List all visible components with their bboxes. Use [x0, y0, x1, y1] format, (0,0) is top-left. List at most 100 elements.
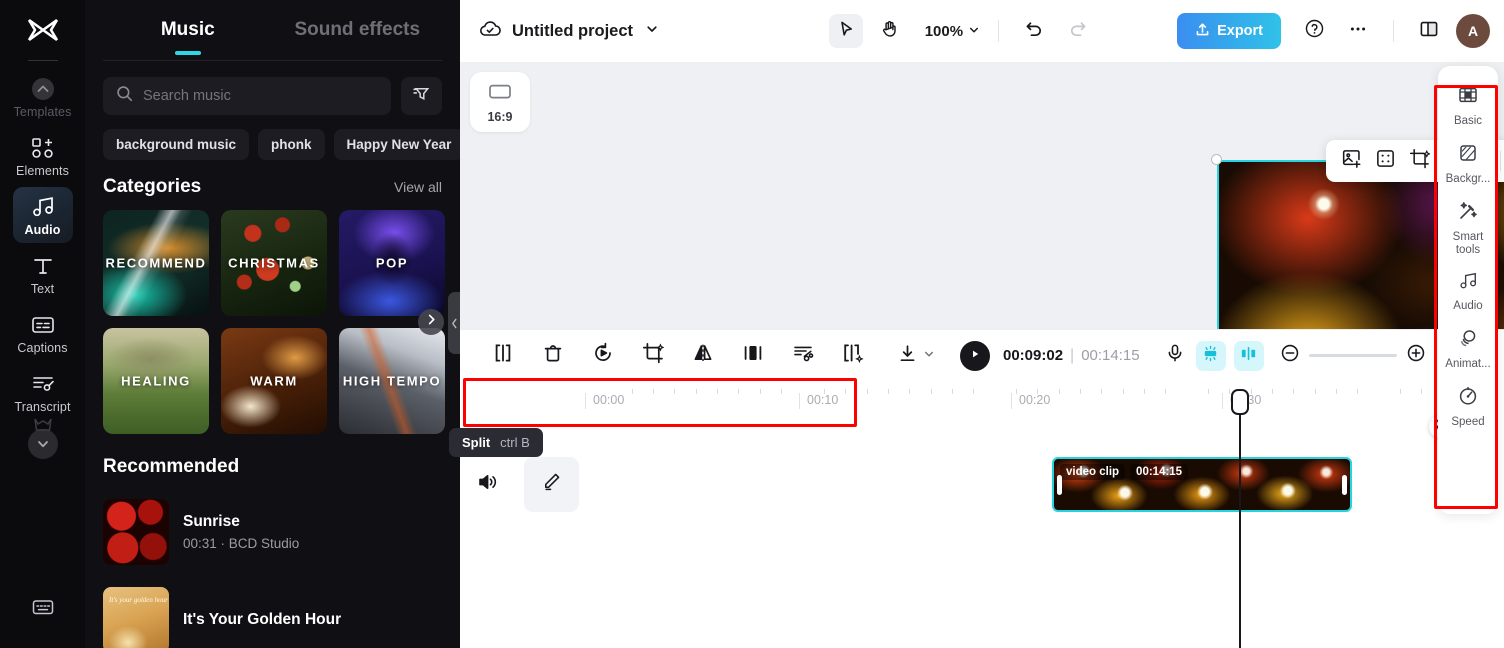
fit-to-frame-button[interactable] — [1370, 146, 1400, 176]
properties-tab-smart-tools[interactable]: Smart tools — [1439, 194, 1497, 263]
export-button[interactable]: Export — [1177, 13, 1281, 49]
zoom-in-icon[interactable] — [1406, 343, 1426, 368]
chevron-right-icon — [425, 313, 438, 331]
split-marker-icon — [1239, 344, 1258, 368]
category-label: POP — [375, 255, 409, 271]
zoom-level-selector[interactable]: 100% — [925, 23, 980, 40]
mirror-button[interactable] — [690, 343, 716, 369]
page-title[interactable]: Untitled project — [512, 22, 633, 41]
split-layout-icon — [1419, 19, 1439, 44]
aspect-ratio-button[interactable]: 16:9 — [470, 72, 530, 132]
cloud-saved-icon[interactable] — [478, 18, 502, 45]
delete-button[interactable] — [540, 343, 566, 369]
timeline[interactable]: 00:00 00:10 00:20 00:30 — [460, 381, 1504, 648]
preview-canvas[interactable]: 16:9 — [460, 62, 1504, 438]
play-button[interactable] — [960, 340, 990, 371]
crop-tool-button[interactable] — [640, 342, 666, 369]
properties-tab-basic[interactable]: Basic — [1439, 78, 1497, 134]
properties-tab-background[interactable]: Backgr... — [1439, 136, 1497, 192]
track-name: Sunrise — [183, 513, 240, 530]
smart-split-button[interactable] — [840, 343, 866, 369]
redo-button[interactable] — [1061, 14, 1095, 48]
sidebar-item-transcript[interactable]: Transcript — [13, 364, 73, 420]
crop-icon — [642, 342, 665, 369]
music-note-icon — [30, 194, 56, 220]
filter-button[interactable] — [401, 77, 442, 115]
chip-happy-new-year[interactable]: Happy New Year — [333, 129, 460, 160]
playhead[interactable] — [1231, 389, 1249, 648]
sidebar-item-label: Transcript — [14, 400, 71, 414]
time-separator: | — [1070, 346, 1075, 364]
split-button[interactable] — [490, 343, 516, 369]
add-image-button[interactable] — [1336, 146, 1366, 176]
clip-trim-left[interactable] — [1057, 474, 1062, 495]
track-edit-button[interactable] — [524, 456, 579, 512]
speaker-icon — [477, 472, 499, 497]
timeline-toolbar: 00:09:02 | 00:14:15 — [460, 329, 1504, 381]
crop-button[interactable] — [1404, 146, 1434, 176]
zoom-slider-track[interactable] — [1308, 354, 1397, 357]
categories-title: Categories — [103, 176, 202, 197]
category-card-warm[interactable]: WARM — [221, 328, 327, 434]
sidebar-item-elements[interactable]: Elements — [13, 128, 73, 184]
properties-tab-speed[interactable]: Speed — [1439, 379, 1497, 435]
properties-tab-animation[interactable]: Animat... — [1439, 321, 1497, 377]
clip-labels: video clip 00:14:15 — [1060, 464, 1189, 480]
search-input[interactable] — [143, 88, 378, 104]
more-options-button[interactable] — [1341, 14, 1375, 48]
ruler-label: 00:10 — [799, 393, 838, 409]
keyboard-shortcuts-button[interactable] — [0, 597, 85, 622]
record-voiceover-button[interactable] — [1162, 343, 1188, 369]
sidebar-item-captions[interactable]: Captions — [13, 305, 73, 361]
timeline-clip[interactable]: video clip 00:14:15 — [1052, 457, 1352, 512]
marker-button[interactable] — [1233, 340, 1264, 371]
tab-music[interactable]: Music — [103, 0, 273, 60]
tab-sound-effects[interactable]: Sound effects — [273, 0, 443, 60]
chevron-down-icon[interactable] — [645, 22, 659, 41]
layout-toggle-button[interactable] — [1412, 14, 1446, 48]
list-item[interactable]: Sunrise 00:31 · BCD Studio — [103, 488, 442, 576]
select-tool-button[interactable] — [828, 14, 863, 48]
sidebar-item-audio[interactable]: Audio — [12, 187, 73, 243]
view-all-link[interactable]: View all — [394, 179, 442, 195]
zoom-out-icon[interactable] — [1280, 343, 1300, 368]
text-t-icon — [31, 253, 55, 279]
current-time: 00:09:02 — [1003, 346, 1064, 364]
recommended-list: Sunrise 00:31 · BCD Studio It's your gol… — [85, 478, 460, 648]
auto-cut-button[interactable] — [790, 343, 816, 369]
magic-wand-icon — [1457, 200, 1479, 227]
properties-tab-label: Animat... — [1445, 358, 1491, 370]
capcut-logo-icon[interactable] — [23, 12, 63, 48]
category-card-high-tempo[interactable]: HIGH TEMPO — [339, 328, 445, 434]
avatar[interactable]: A — [1456, 14, 1490, 48]
freeze-frame-button[interactable] — [740, 343, 766, 369]
timeline-zoom-slider[interactable] — [1280, 343, 1426, 368]
clip-tools-group — [476, 342, 880, 369]
category-card-christmas[interactable]: CHRISTMAS — [221, 210, 327, 316]
hand-tool-button[interactable] — [873, 14, 907, 48]
resize-handle-tl[interactable] — [1211, 154, 1222, 165]
timeline-ruler[interactable]: 00:00 00:10 00:20 00:30 — [460, 381, 1504, 411]
category-card-healing[interactable]: HEALING — [103, 328, 209, 434]
chip-background-music[interactable]: background music — [103, 129, 250, 160]
keyframe-button[interactable] — [1195, 340, 1226, 371]
track-mute-button[interactable] — [460, 472, 515, 497]
category-card-recommend[interactable]: RECOMMEND — [103, 210, 209, 316]
chip-phonk[interactable]: phonk — [258, 129, 325, 160]
sidebar-item-text[interactable]: Text — [13, 246, 73, 302]
reverse-button[interactable] — [590, 342, 616, 369]
undo-button[interactable] — [1017, 14, 1051, 48]
playhead-knob[interactable] — [1231, 389, 1249, 415]
clip-trim-right[interactable] — [1342, 474, 1347, 495]
download-chevron[interactable] — [920, 343, 938, 369]
help-button[interactable] — [1297, 14, 1331, 48]
download-button[interactable] — [894, 343, 920, 369]
collapse-panel-handle[interactable] — [448, 292, 460, 354]
list-item[interactable]: It's your golden hour It's Your Golden H… — [103, 576, 442, 648]
sidebar-item-templates[interactable]: Templates — [13, 69, 73, 125]
properties-tab-audio[interactable]: Audio — [1439, 265, 1497, 319]
category-card-pop[interactable]: POP — [339, 210, 445, 316]
categories-next-button[interactable] — [418, 309, 444, 335]
chevron-up-circle-icon — [30, 76, 56, 102]
search-box[interactable] — [103, 77, 391, 115]
